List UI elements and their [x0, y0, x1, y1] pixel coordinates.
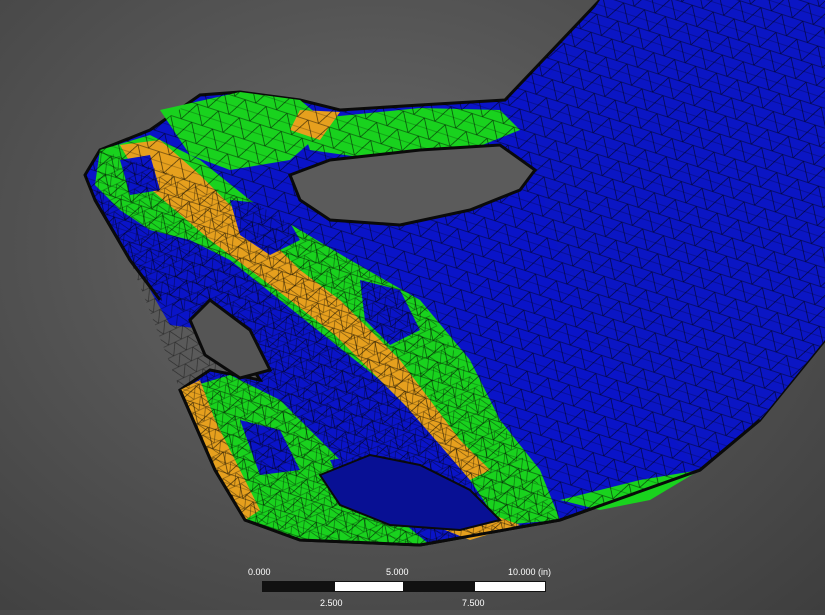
mesh-contour-plot[interactable]	[0, 0, 825, 610]
3d-model-viewport[interactable]	[0, 0, 825, 610]
